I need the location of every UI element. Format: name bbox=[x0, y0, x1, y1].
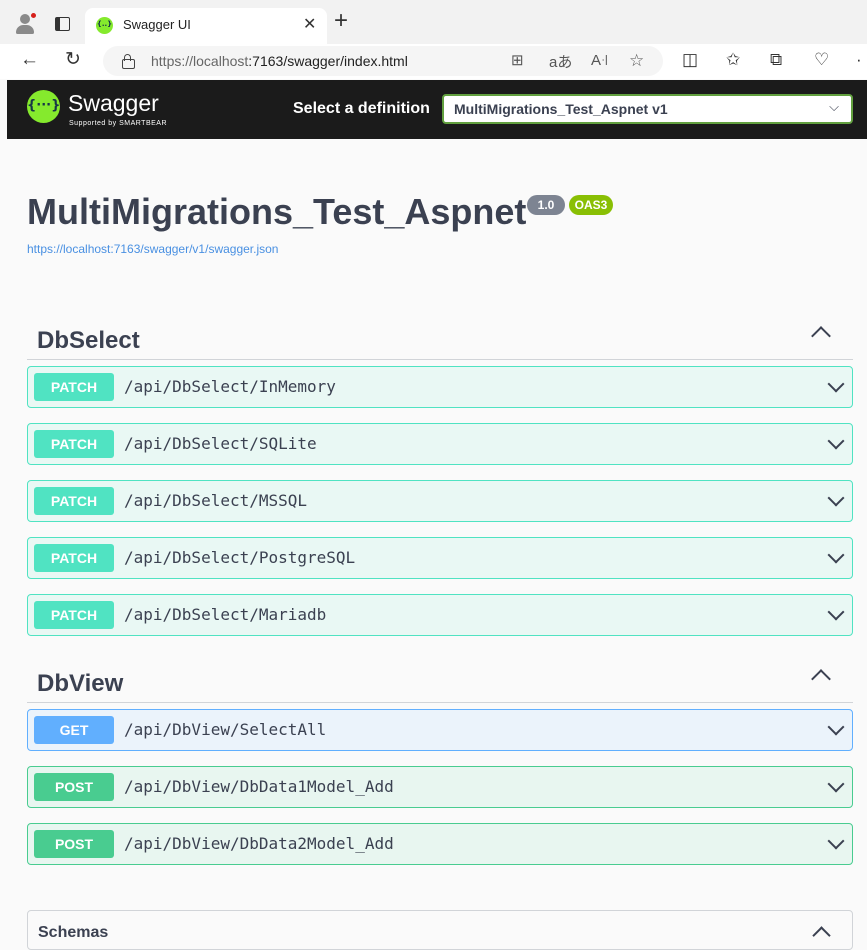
operation-path: /api/DbSelect/PostgreSQL bbox=[124, 548, 356, 567]
browser-tab[interactable]: Swagger UI ✕ bbox=[85, 8, 327, 44]
operation-row[interactable]: PATCH /api/DbSelect/PostgreSQL bbox=[27, 537, 853, 579]
address-bar[interactable]: https://localhost:7163/swagger/index.htm… bbox=[103, 46, 663, 76]
method-badge: PATCH bbox=[34, 487, 114, 515]
operation-row[interactable]: PATCH /api/DbSelect/SQLite bbox=[27, 423, 853, 465]
chevron-down-icon[interactable] bbox=[827, 718, 845, 736]
method-badge: PATCH bbox=[34, 544, 114, 572]
schemas-section[interactable]: Schemas bbox=[27, 910, 853, 950]
swagger-favicon-icon bbox=[96, 17, 113, 34]
browser-toolbar: ← ↻ https://localhost:7163/swagger/index… bbox=[0, 44, 867, 79]
operation-path: /api/DbView/DbData1Model_Add bbox=[124, 777, 394, 796]
operation-row[interactable]: POST /api/DbView/DbData2Model_Add bbox=[27, 823, 853, 865]
method-badge: POST bbox=[34, 773, 114, 801]
operation-path: /api/DbView/DbData2Model_Add bbox=[124, 834, 394, 853]
section-dbview[interactable]: DbView bbox=[27, 663, 853, 703]
profile-avatar-icon[interactable] bbox=[14, 12, 37, 36]
section-dbselect[interactable]: DbSelect bbox=[27, 320, 853, 360]
split-screen-icon[interactable]: ◫ bbox=[682, 50, 698, 70]
smartbear-tagline: Supported by SMARTBEAR bbox=[69, 120, 168, 127]
chevron-down-icon: ⌵ bbox=[829, 99, 839, 114]
lock-icon bbox=[122, 54, 135, 69]
operation-path: /api/DbSelect/Mariadb bbox=[124, 605, 327, 624]
method-badge: GET bbox=[34, 716, 114, 744]
operation-row[interactable]: PATCH /api/DbSelect/Mariadb bbox=[27, 594, 853, 636]
definition-value: MultiMigrations_Test_Aspnet v1 bbox=[454, 101, 668, 117]
address-url[interactable]: https://localhost:7163/swagger/index.htm… bbox=[151, 53, 408, 69]
url-path: :7163/swagger/index.html bbox=[248, 53, 408, 69]
definition-select[interactable]: MultiMigrations_Test_Aspnet v1 ⌵ bbox=[442, 94, 853, 124]
translate-icon[interactable]: aあ bbox=[549, 51, 572, 72]
operation-path: /api/DbView/SelectAll bbox=[124, 720, 327, 739]
definition-label: Select a definition bbox=[293, 100, 430, 117]
api-title: MultiMigrations_Test_Aspnet bbox=[27, 191, 527, 232]
operation-row[interactable]: POST /api/DbView/DbData1Model_Add bbox=[27, 766, 853, 808]
operation-row[interactable]: PATCH /api/DbSelect/MSSQL bbox=[27, 480, 853, 522]
swagger-brand[interactable]: Swagger bbox=[68, 90, 159, 117]
swagger-topbar: {···} Swagger Supported by SMARTBEAR Sel… bbox=[7, 80, 867, 139]
tab-actions-icon[interactable] bbox=[55, 17, 70, 31]
chevron-down-icon[interactable] bbox=[827, 375, 845, 393]
schemas-title: Schemas bbox=[38, 924, 109, 941]
operation-row[interactable]: GET /api/DbView/SelectAll bbox=[27, 709, 853, 751]
method-badge: PATCH bbox=[34, 430, 114, 458]
chevron-down-icon[interactable] bbox=[827, 489, 845, 507]
operation-path: /api/DbSelect/MSSQL bbox=[124, 491, 308, 510]
spec-json-link[interactable]: https://localhost:7163/swagger/v1/swagge… bbox=[27, 242, 278, 256]
chevron-down-icon[interactable] bbox=[827, 775, 845, 793]
method-badge: PATCH bbox=[34, 373, 114, 401]
method-badge: PATCH bbox=[34, 601, 114, 629]
chevron-down-icon[interactable] bbox=[827, 603, 845, 621]
tab-title: Swagger UI bbox=[123, 17, 191, 32]
url-host: https://localhost bbox=[151, 53, 249, 69]
more-menu-icon[interactable]: · bbox=[856, 50, 862, 70]
operation-row[interactable]: PATCH /api/DbSelect/InMemory bbox=[27, 366, 853, 408]
back-icon[interactable]: ← bbox=[20, 49, 39, 71]
refresh-icon[interactable]: ↻ bbox=[65, 49, 81, 71]
operation-path: /api/DbSelect/InMemory bbox=[124, 377, 336, 396]
read-aloud-icon[interactable]: A꜊ bbox=[591, 51, 608, 69]
browser-essentials-icon[interactable]: ♡ bbox=[814, 50, 829, 70]
browser-tab-strip: Swagger UI ✕ + bbox=[0, 0, 867, 44]
operation-path: /api/DbSelect/SQLite bbox=[124, 434, 317, 453]
chevron-down-icon[interactable] bbox=[827, 832, 845, 850]
new-tab-icon[interactable]: + bbox=[334, 9, 348, 33]
section-title: DbView bbox=[37, 670, 124, 697]
section-title: DbSelect bbox=[37, 327, 140, 354]
favorite-star-icon[interactable]: ☆ bbox=[629, 51, 644, 71]
favorites-icon[interactable]: ✩ bbox=[726, 50, 740, 70]
version-badge: 1.0 bbox=[527, 195, 565, 215]
chevron-down-icon[interactable] bbox=[827, 546, 845, 564]
collapse-caret-icon[interactable] bbox=[811, 669, 831, 689]
apps-grid-icon[interactable]: ⊞ bbox=[511, 51, 524, 69]
method-badge: POST bbox=[34, 830, 114, 858]
collapse-caret-icon[interactable] bbox=[811, 326, 831, 346]
collections-icon[interactable]: ⧉ bbox=[770, 50, 782, 70]
chevron-down-icon[interactable] bbox=[827, 432, 845, 450]
oas-badge: OAS3 bbox=[569, 195, 613, 215]
close-tab-icon[interactable]: ✕ bbox=[303, 14, 316, 34]
swagger-logo-icon[interactable]: {···} bbox=[27, 90, 60, 123]
